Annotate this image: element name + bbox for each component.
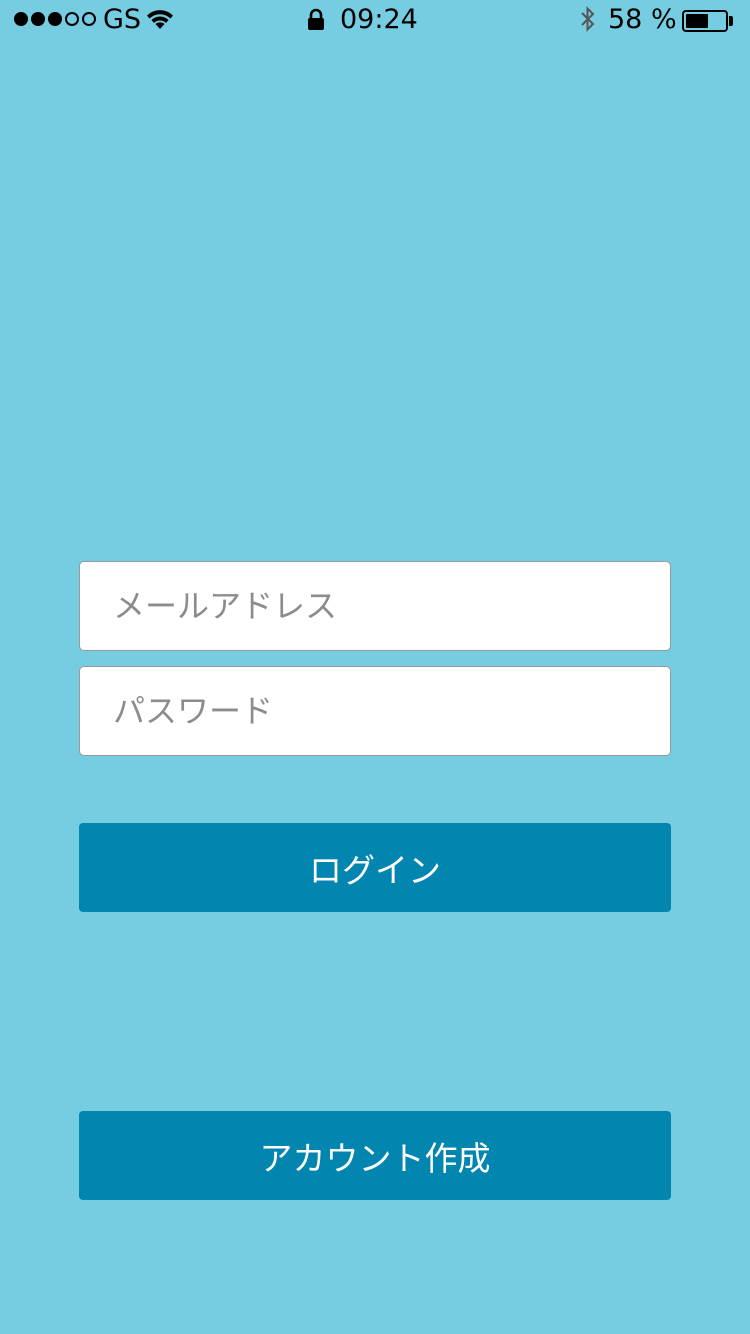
login-button[interactable]: ログイン xyxy=(79,823,671,912)
email-field[interactable] xyxy=(79,561,671,651)
create-account-button[interactable]: アカウント作成 xyxy=(79,1111,671,1200)
wifi-icon xyxy=(145,5,175,38)
status-bar: GS 09:24 58 % xyxy=(0,0,750,40)
bluetooth-icon xyxy=(578,5,598,40)
create-account-button-label: アカウント作成 xyxy=(259,1138,491,1178)
battery-cap xyxy=(729,16,733,26)
battery-icon xyxy=(682,10,728,32)
battery-percent: 58 % xyxy=(608,4,677,35)
signal-dot xyxy=(48,12,62,26)
signal-strength-icon xyxy=(14,12,96,26)
status-time: 09:24 xyxy=(340,4,418,35)
signal-dot xyxy=(82,12,96,26)
signal-dot xyxy=(31,12,45,26)
carrier-name: GS xyxy=(103,4,142,35)
login-button-label: ログイン xyxy=(309,850,441,890)
signal-dot xyxy=(65,12,79,26)
battery-level-fill xyxy=(686,14,708,28)
lock-icon xyxy=(306,8,326,39)
signal-dot xyxy=(14,12,28,26)
password-field[interactable] xyxy=(79,666,671,756)
